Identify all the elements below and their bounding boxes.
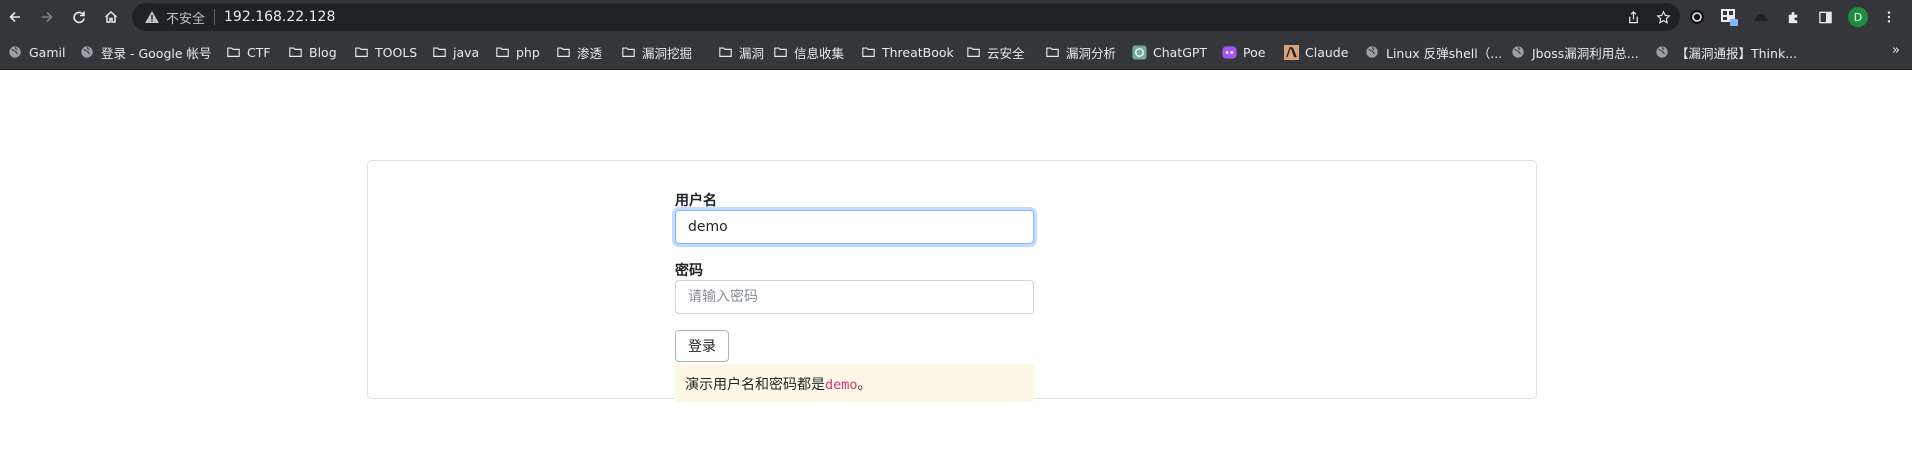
bookmark-label: 漏洞分析 — [1066, 45, 1117, 61]
bookmark-label: CTF — [247, 44, 271, 60]
folder-icon — [860, 44, 876, 60]
folder-icon — [287, 44, 303, 60]
side-panel-icon[interactable] — [1815, 7, 1835, 27]
bookmark-item[interactable]: 漏洞挖掘 — [620, 42, 692, 62]
chatgpt-icon — [1131, 44, 1147, 60]
username-input[interactable] — [675, 210, 1034, 244]
bookmark-item[interactable]: CTF — [225, 42, 271, 62]
folder-icon — [431, 44, 447, 60]
insecure-label: 不安全 — [166, 11, 206, 27]
bookmark-label: 登录 - Google 帐号 — [101, 45, 212, 61]
globe-icon — [1654, 44, 1670, 60]
globe-icon — [7, 44, 23, 60]
demo-credentials-notice: 演示用户名和密码都是demo。 — [675, 364, 1034, 402]
bookmark-label: Gamil — [29, 44, 66, 60]
bookmark-item[interactable]: 登录 - Google 帐号 — [79, 42, 212, 62]
password-input[interactable] — [675, 280, 1034, 314]
puzzle-icon[interactable] — [1783, 7, 1803, 27]
back-icon[interactable] — [4, 6, 26, 28]
url-text[interactable]: 192.168.22.128 — [224, 9, 335, 25]
globe-icon — [79, 44, 95, 60]
poe-icon — [1221, 44, 1237, 60]
bookmark-item[interactable]: Linux 反弹shell（... — [1364, 42, 1502, 62]
bookmark-label: 信息收集 — [794, 45, 845, 61]
bookmark-label: Jboss漏洞利用总... — [1532, 45, 1639, 61]
bookmark-label: 漏洞挖掘 — [642, 45, 693, 61]
bookmark-label: TOOLS — [375, 44, 418, 60]
bookmark-item[interactable]: 【漏洞通报】Think... — [1654, 42, 1797, 62]
folder-icon — [1044, 44, 1060, 60]
globe-icon — [1510, 44, 1526, 60]
bookmarks-bar: » Gamil 登录 - Google 帐号 CTF Blog TOOLS java php… — [0, 34, 1912, 70]
bookmark-item[interactable]: 渗透 — [555, 42, 602, 62]
bookmark-label: php — [516, 44, 540, 60]
bookmark-star-icon[interactable] — [1654, 8, 1672, 26]
bookmark-label: Blog — [309, 44, 337, 60]
home-icon[interactable] — [100, 6, 122, 28]
folder-icon — [620, 44, 636, 60]
bookmark-item[interactable]: 云安全 — [965, 42, 1025, 62]
forward-icon[interactable] — [36, 6, 58, 28]
bookmark-label: java — [453, 44, 480, 60]
bookmark-item[interactable]: java — [431, 42, 479, 62]
extension-hat-icon[interactable] — [1751, 7, 1771, 27]
globe-icon — [1364, 44, 1380, 60]
login-button[interactable]: 登录 — [675, 330, 729, 362]
username-label: 用户名 — [675, 193, 717, 209]
bookmark-item[interactable]: Jboss漏洞利用总... — [1510, 42, 1639, 62]
bookmark-item[interactable]: Poe — [1221, 42, 1265, 62]
extension-circle-icon[interactable] — [1687, 7, 1707, 27]
bookmark-item[interactable]: php — [494, 42, 540, 62]
folder-icon — [555, 44, 571, 60]
bookmark-label: 云安全 — [987, 45, 1025, 61]
notice-end: 。 — [857, 377, 872, 393]
address-bar[interactable]: 不安全 192.168.22.128 — [132, 3, 1680, 31]
bookmark-label: Poe — [1243, 44, 1266, 60]
bookmark-label: ChatGPT — [1153, 44, 1208, 60]
folder-icon — [353, 44, 369, 60]
bookmark-label: 漏洞 — [739, 45, 765, 61]
bookmark-label: Claude — [1305, 44, 1349, 60]
browser-toolbar: 不安全 192.168.22.128 D — [0, 0, 1912, 34]
bookmark-label: 【漏洞通报】Think... — [1676, 45, 1798, 61]
profile-avatar[interactable]: D — [1848, 7, 1868, 27]
share-icon[interactable] — [1624, 8, 1642, 26]
bookmark-item[interactable]: 信息收集 — [772, 42, 844, 62]
bookmark-item[interactable]: Gamil — [7, 42, 65, 62]
extension-qr-icon[interactable] — [1719, 7, 1739, 27]
bookmark-item[interactable]: Blog — [287, 42, 337, 62]
notice-text: 演示用户名和密码都是 — [685, 377, 825, 393]
bookmark-label: ThreatBook — [882, 44, 954, 60]
folder-icon — [717, 44, 733, 60]
bookmark-label: 渗透 — [577, 45, 603, 61]
bookmark-item[interactable]: 漏洞 — [717, 42, 764, 62]
folder-icon — [772, 44, 788, 60]
bookmark-item[interactable]: ChatGPT — [1131, 42, 1207, 62]
folder-icon — [494, 44, 510, 60]
kebab-menu-icon[interactable] — [1879, 7, 1899, 27]
claude-icon — [1283, 44, 1299, 60]
login-form: 用户名 密码 登录 演示用户名和密码都是demo。 — [675, 190, 1034, 402]
bookmark-item[interactable]: 漏洞分析 — [1044, 42, 1116, 62]
omnibox-divider — [214, 9, 216, 25]
reload-icon[interactable] — [68, 6, 90, 28]
bookmark-item[interactable]: ThreatBook — [860, 42, 954, 62]
password-label: 密码 — [675, 263, 703, 279]
bookmarks-more-button[interactable]: » — [1892, 43, 1900, 58]
bookmark-label: Linux 反弹shell（... — [1386, 45, 1503, 61]
bookmark-item[interactable]: Claude — [1283, 42, 1348, 62]
folder-icon — [965, 44, 981, 60]
folder-icon — [225, 44, 241, 60]
bookmark-item[interactable]: TOOLS — [353, 42, 417, 62]
warning-icon[interactable] — [144, 9, 160, 25]
notice-code: demo — [825, 377, 858, 393]
